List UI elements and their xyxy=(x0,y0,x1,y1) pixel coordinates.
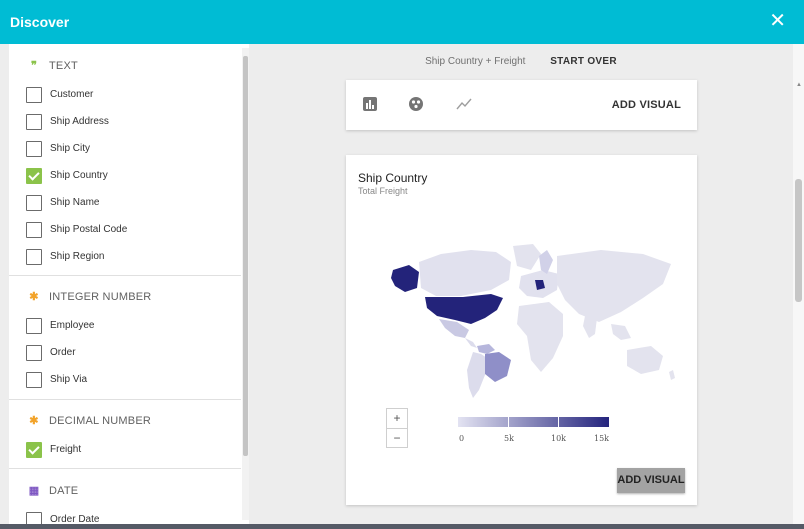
calendar-icon: ▦ xyxy=(28,485,40,497)
field-label: Ship Postal Code xyxy=(50,224,128,235)
field-label: Ship Address xyxy=(50,116,109,127)
checkbox[interactable] xyxy=(26,87,42,103)
region-asia xyxy=(557,250,671,322)
field-label: Customer xyxy=(50,89,94,100)
section-header-decimal: ✱ DECIMAL NUMBER xyxy=(27,414,151,427)
region-new-zealand xyxy=(669,370,675,380)
close-icon[interactable]: ✕ xyxy=(769,8,786,34)
discover-dialog: Discover ✕ ❞ TEXT Customer Ship Address S… xyxy=(0,0,804,524)
divider xyxy=(9,399,241,400)
main-scrollbar[interactable]: ▲ xyxy=(793,44,804,524)
add-visual-button-card[interactable]: ADD VISUAL xyxy=(617,468,685,493)
quote-icon: ❞ xyxy=(30,60,38,72)
legend-tick xyxy=(508,417,509,427)
field-label: Order Date xyxy=(50,514,100,524)
region-venezuela xyxy=(477,344,495,354)
main-scrollbar-thumb[interactable] xyxy=(795,179,802,302)
chart-title: Ship Country xyxy=(358,171,428,185)
region-se-asia xyxy=(611,324,631,340)
legend-label-15k: 15k xyxy=(594,434,610,443)
checkbox-checked[interactable] xyxy=(26,168,42,184)
region-africa xyxy=(517,302,563,372)
section-header-integer: ✱ INTEGER NUMBER xyxy=(27,290,151,303)
field-label: Ship Name xyxy=(50,197,100,208)
left-scrollbar[interactable] xyxy=(242,48,249,520)
region-canada xyxy=(419,250,511,296)
section-header-date: ▦ DATE xyxy=(27,484,78,497)
region-scandinavia xyxy=(539,250,553,274)
breadcrumb: Ship Country + Freight xyxy=(425,56,526,67)
divider xyxy=(9,275,241,276)
visual-toolbar-card: ADD VISUAL xyxy=(346,80,697,130)
checkbox[interactable] xyxy=(26,249,42,265)
checkbox-checked[interactable] xyxy=(26,442,42,458)
section-title-date: DATE xyxy=(49,485,79,497)
section-header-text: ❞ TEXT xyxy=(27,59,78,72)
region-south-america xyxy=(467,352,487,398)
region-australia xyxy=(627,346,663,374)
left-scrollbar-thumb[interactable] xyxy=(243,56,248,456)
region-usa xyxy=(425,294,503,324)
field-label: Employee xyxy=(50,320,95,331)
scroll-up-icon[interactable]: ▲ xyxy=(796,82,802,88)
section-title-text: TEXT xyxy=(49,60,78,72)
checkbox[interactable] xyxy=(26,512,42,524)
field-label: Freight xyxy=(50,444,82,455)
region-brazil xyxy=(485,352,511,382)
world-map[interactable] xyxy=(381,240,681,400)
divider xyxy=(9,468,241,469)
checkbox[interactable] xyxy=(26,318,42,334)
legend-label-0: 0 xyxy=(459,434,465,443)
field-label: Ship Via xyxy=(50,374,88,385)
legend-tick xyxy=(558,417,559,427)
zoom-control: + − xyxy=(386,408,408,448)
section-title-integer: INTEGER NUMBER xyxy=(49,291,152,303)
checkbox[interactable] xyxy=(26,195,42,211)
checkbox[interactable] xyxy=(26,345,42,361)
line-chart-icon[interactable] xyxy=(456,96,472,112)
section-title-decimal: DECIMAL NUMBER xyxy=(49,415,152,427)
title-bar: Discover ✕ xyxy=(0,0,804,44)
number-icon: ✱ xyxy=(29,415,39,427)
region-alaska xyxy=(391,265,419,292)
legend-label-10k: 10k xyxy=(551,434,567,443)
checkbox[interactable] xyxy=(26,141,42,157)
field-label: Order xyxy=(50,347,76,358)
field-label: Ship Region xyxy=(50,251,105,262)
region-greenland xyxy=(513,244,541,270)
checkbox[interactable] xyxy=(26,222,42,238)
field-label: Ship City xyxy=(50,143,91,154)
region-india xyxy=(583,316,597,338)
add-visual-button[interactable]: ADD VISUAL xyxy=(612,99,681,111)
checkbox[interactable] xyxy=(26,372,42,388)
top-bar: Ship Country + Freight START OVER xyxy=(346,56,696,67)
dialog-title: Discover xyxy=(10,14,70,30)
field-list-panel: ❞ TEXT Customer Ship Address Ship City Sh… xyxy=(9,44,249,524)
number-icon: ✱ xyxy=(29,291,39,303)
region-central-america xyxy=(465,338,477,348)
zoom-out-button[interactable]: − xyxy=(387,429,407,448)
legend-label-5k: 5k xyxy=(504,434,514,443)
map-icon[interactable] xyxy=(408,96,424,112)
start-over-button[interactable]: START OVER xyxy=(550,56,617,67)
map-visual-card: Ship Country Total Freight + − 0 5k 10k … xyxy=(346,155,697,505)
field-label: Ship Country xyxy=(50,170,108,181)
bar-chart-icon[interactable] xyxy=(362,96,378,112)
checkbox[interactable] xyxy=(26,114,42,130)
zoom-in-button[interactable]: + xyxy=(387,409,407,428)
color-legend xyxy=(458,417,609,427)
chart-subtitle: Total Freight xyxy=(358,186,408,196)
